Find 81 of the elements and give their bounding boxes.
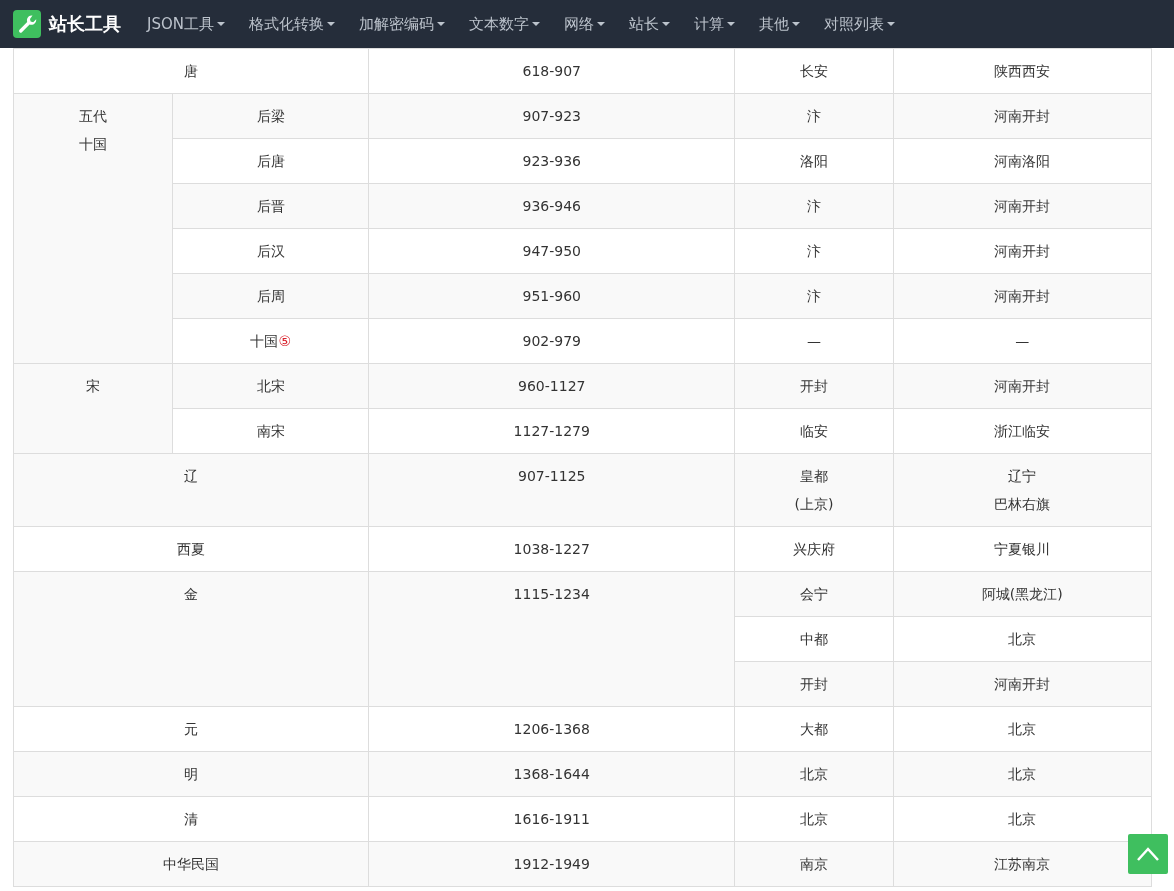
table-cell: 后梁 [172,93,369,139]
table-cell: 北京 [893,706,1152,752]
table-cell: 中都 [734,616,894,662]
table-cell: 明 [13,751,369,797]
table-cell: 中华民国 [13,841,369,887]
table-cell: 元 [13,706,369,752]
table-cell: 1115-1234 [368,571,735,707]
table-cell: 唐 [13,48,369,94]
nav-menu-item[interactable]: 其他 [747,14,812,34]
table-cell: — [893,318,1152,364]
nav-menu-item[interactable]: 计算 [682,14,747,34]
table-cell: 902-979 [368,318,735,364]
table-cell: 960-1127 [368,363,735,409]
table-cell: 汴 [734,93,894,139]
table-cell: 947-950 [368,228,735,274]
table-cell: 后汉 [172,228,369,274]
table-cell: 河南开封 [893,93,1152,139]
chevron-up-icon [1136,846,1160,862]
table-cell: 清 [13,796,369,842]
wrench-logo-icon [13,10,41,38]
table-cell: 后晋 [172,183,369,229]
table-cell: 后周 [172,273,369,319]
table-cell: 河南洛阳 [893,138,1152,184]
table-cell: 618-907 [368,48,735,94]
table-cell: 十国⑤ [172,318,369,364]
table-cell: 宁夏银川 [893,526,1152,572]
table-cell: 河南开封 [893,363,1152,409]
table-cell: 1368-1644 [368,751,735,797]
table-cell: 1127-1279 [368,408,735,454]
table-cell: 皇都 (上京) [734,453,894,527]
table-cell: 会宁 [734,571,894,617]
table-cell: 951-960 [368,273,735,319]
table-cell: 西夏 [13,526,369,572]
table-cell: 辽 [13,453,369,527]
table-cell: 河南开封 [893,273,1152,319]
table-cell: 北京 [893,751,1152,797]
table-cell: — [734,318,894,364]
table-cell: 北宋 [172,363,369,409]
nav-menu-item[interactable]: 网络 [552,14,617,34]
table-cell: 后唐 [172,138,369,184]
table-cell: 907-1125 [368,453,735,527]
table-cell: 河南开封 [893,661,1152,707]
table-cell: 1206-1368 [368,706,735,752]
table-cell: 大都 [734,706,894,752]
nav-menu-item[interactable]: JSON工具 [135,14,237,34]
table-cell: 1616-1911 [368,796,735,842]
table-cell: 浙江临安 [893,408,1152,454]
table-cell: 923-936 [368,138,735,184]
table-cell: 开封 [734,661,894,707]
nav-menu-item[interactable]: 格式化转换 [237,14,347,34]
table-cell: 陕西西安 [893,48,1152,94]
nav-menu-item[interactable]: 文本数字 [457,14,552,34]
table-cell: 汴 [734,273,894,319]
table-cell: 南宋 [172,408,369,454]
table-cell: 1038-1227 [368,526,735,572]
table-cell: 南京 [734,841,894,887]
table-cell: 936-946 [368,183,735,229]
nav-menu-item[interactable]: 站长 [617,14,682,34]
nav-menu-item[interactable]: 对照列表 [812,14,907,34]
table-cell: 汴 [734,183,894,229]
brand-title[interactable]: 站长工具 [49,12,121,36]
table-cell: 长安 [734,48,894,94]
back-to-top-button[interactable] [1128,834,1168,874]
table-cell: 1912-1949 [368,841,735,887]
table-cell: 临安 [734,408,894,454]
table-cell: 北京 [893,616,1152,662]
table-cell: 河南开封 [893,228,1152,274]
table-cell: 辽宁 巴林右旗 [893,453,1152,527]
table-cell: 北京 [734,751,894,797]
table-cell: 阿城(黑龙江) [893,571,1152,617]
table-cell: 北京 [734,796,894,842]
table-cell: 907-923 [368,93,735,139]
table-cell: 洛阳 [734,138,894,184]
table-cell: 河南开封 [893,183,1152,229]
table-cell: 五代 十国 [13,93,173,364]
table-cell: 兴庆府 [734,526,894,572]
table-cell: 开封 [734,363,894,409]
table-cell: 宋 [13,363,173,454]
table-cell: 汴 [734,228,894,274]
nav-menu-item[interactable]: 加解密编码 [347,14,457,34]
table-cell: 金 [13,571,369,707]
